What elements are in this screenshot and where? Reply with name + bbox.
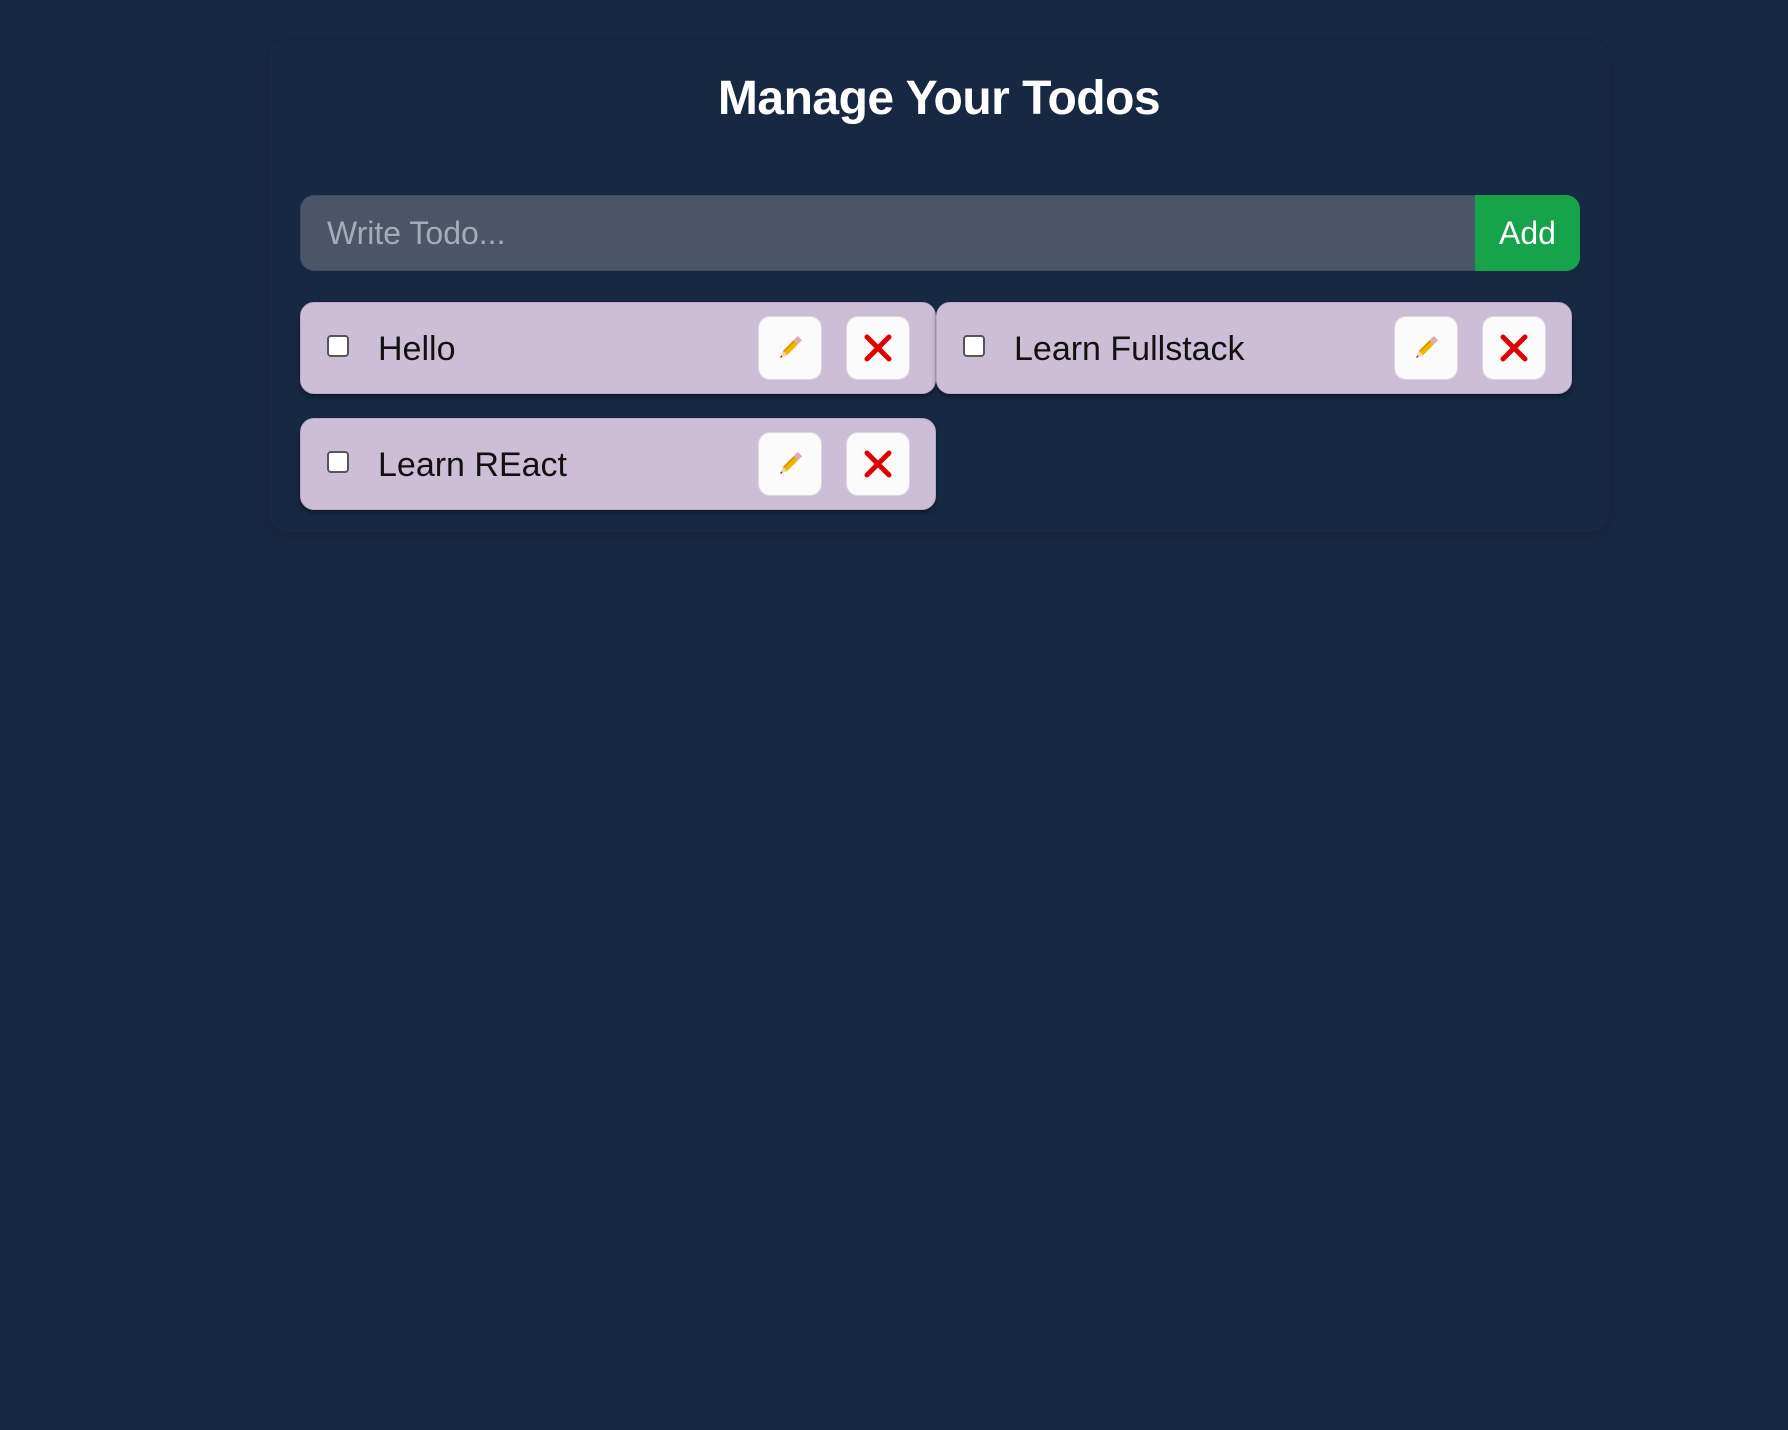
todo-text: Hello — [378, 330, 456, 368]
delete-button[interactable] — [846, 316, 910, 380]
close-icon — [864, 334, 892, 362]
todo-input[interactable] — [300, 195, 1475, 271]
edit-button[interactable] — [1394, 316, 1458, 380]
todo-checkbox[interactable] — [963, 335, 985, 357]
todo-text: Learn REact — [378, 446, 567, 484]
close-icon — [1500, 334, 1528, 362]
todo-item: Hello — [300, 302, 936, 394]
edit-button[interactable] — [758, 432, 822, 496]
todo-card: Manage Your Todos Add Hello — [269, 40, 1609, 532]
page-title: Manage Your Todos — [717, 72, 1161, 125]
todo-item: Learn REact — [300, 418, 936, 510]
todo-text: Learn Fullstack — [1014, 330, 1245, 368]
pencil-icon — [780, 451, 803, 474]
todo-checkbox[interactable] — [327, 335, 349, 357]
pencil-icon — [1416, 335, 1439, 358]
todo-checkbox[interactable] — [327, 451, 349, 473]
close-icon — [864, 450, 892, 478]
delete-button[interactable] — [1482, 316, 1546, 380]
edit-button[interactable] — [758, 316, 822, 380]
todo-form: Add — [300, 195, 1580, 271]
add-button[interactable]: Add — [1475, 195, 1580, 271]
delete-button[interactable] — [846, 432, 910, 496]
pencil-icon — [780, 335, 803, 358]
todo-item: Learn Fullstack — [936, 302, 1572, 394]
